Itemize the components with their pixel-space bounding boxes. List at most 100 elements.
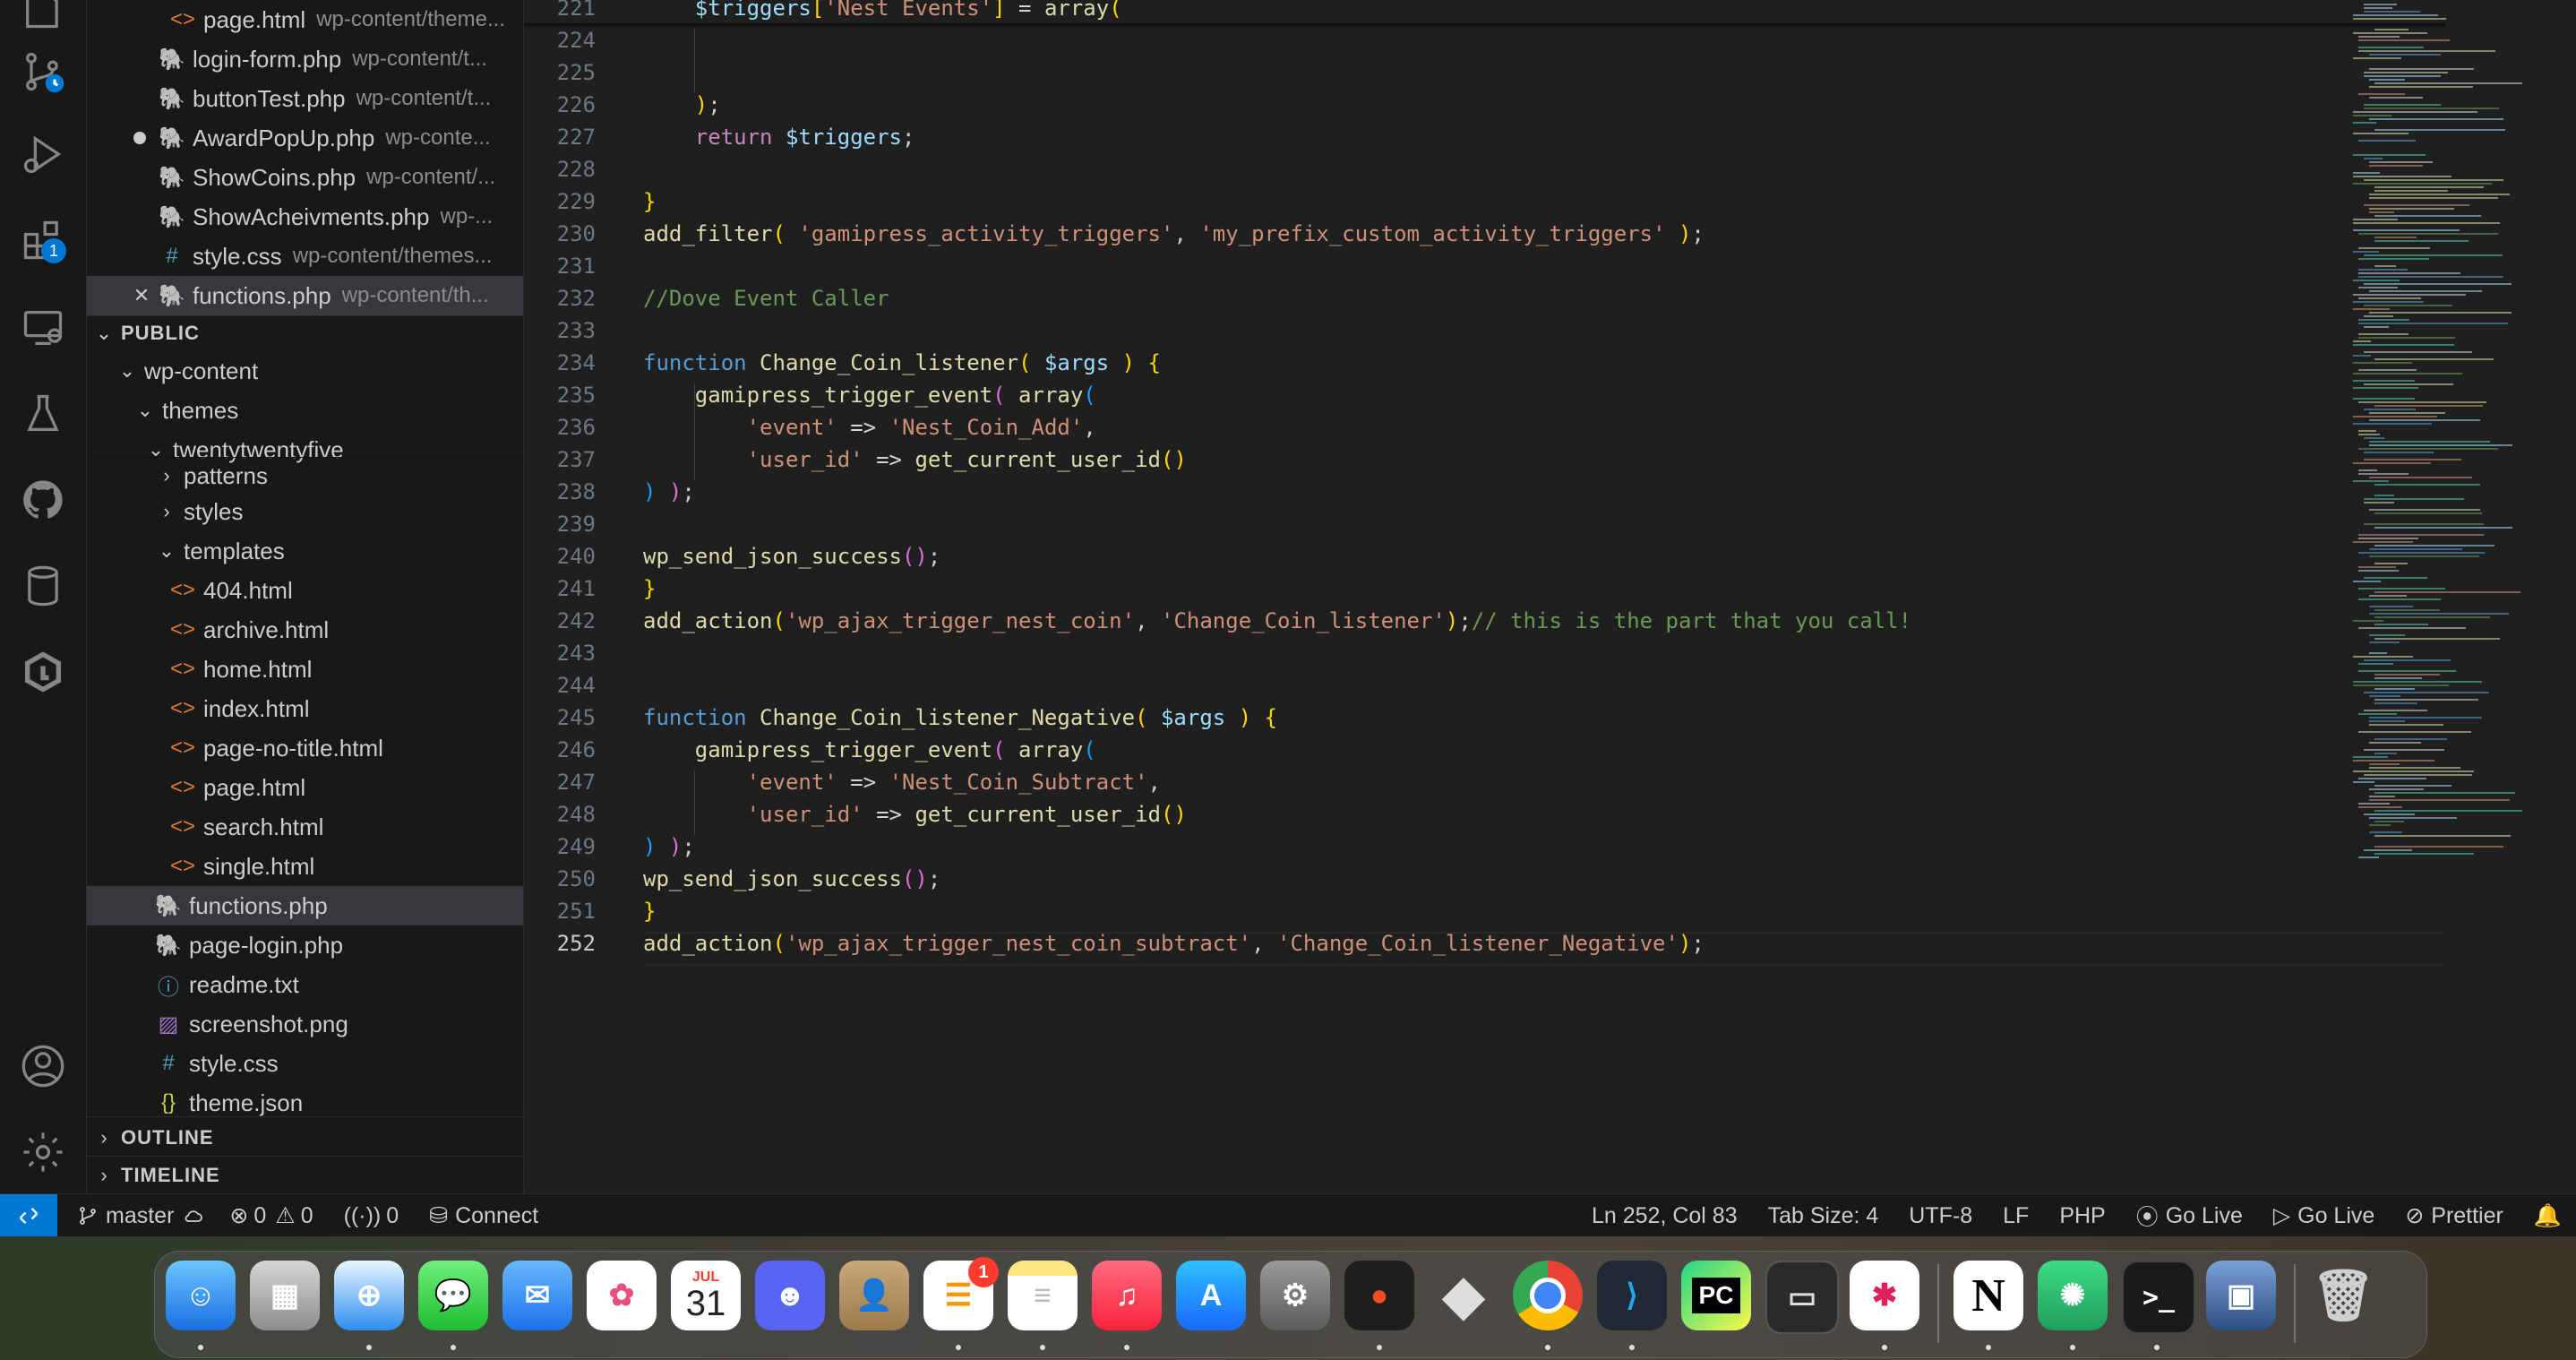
- code-line[interactable]: 240 wp_send_json_success();: [524, 540, 941, 572]
- encoding[interactable]: UTF-8: [1909, 1203, 1972, 1229]
- explorer-icon[interactable]: [18, 0, 68, 34]
- chrome-icon[interactable]: [1513, 1261, 1583, 1330]
- code-line[interactable]: 235 gamipress_trigger_event( array(: [524, 379, 1096, 411]
- preview-icon[interactable]: ▣: [2206, 1261, 2276, 1330]
- file-item[interactable]: <> home.html: [87, 650, 523, 689]
- go-live-button-2[interactable]: ▷ Go Live: [2273, 1202, 2374, 1229]
- code-line[interactable]: 250 wp_send_json_success();: [524, 863, 941, 895]
- cursor-position[interactable]: Ln 252, Col 83: [1592, 1203, 1738, 1229]
- file-item[interactable]: <> page.html: [87, 768, 523, 807]
- finder-icon[interactable]: ☺: [166, 1261, 236, 1330]
- launchpad-icon[interactable]: ▦: [250, 1261, 320, 1330]
- ports-button[interactable]: ((·)) 0: [344, 1203, 399, 1229]
- notes-icon[interactable]: ≡: [1008, 1261, 1078, 1330]
- file-item[interactable]: ▨ screenshot.png: [87, 1004, 523, 1044]
- tab-size[interactable]: Tab Size: 4: [1768, 1203, 1879, 1229]
- code-line[interactable]: 230 add_filter( 'gamipress_activity_trigg…: [524, 218, 1704, 250]
- sync-cloud-icon[interactable]: [183, 1205, 204, 1227]
- code-line[interactable]: 236 'event' => 'Nest_Coin_Add',: [524, 411, 1096, 443]
- folder-patterns[interactable]: › patterns: [87, 458, 523, 494]
- testing-icon[interactable]: [18, 389, 68, 439]
- section-public[interactable]: ⌄ PUBLIC: [87, 314, 523, 353]
- folder-wp-content[interactable]: ⌄ wp-content: [87, 351, 523, 391]
- code-line[interactable]: 225: [524, 56, 596, 89]
- code-line[interactable]: 246 gamipress_trigger_event( array(: [524, 734, 1096, 766]
- music-icon[interactable]: ♫: [1092, 1261, 1162, 1330]
- remote-explorer-icon[interactable]: [18, 303, 68, 353]
- code-line[interactable]: 233: [524, 314, 596, 347]
- folder-themes[interactable]: ⌄ themes: [87, 391, 523, 430]
- system-settings-icon[interactable]: ⚙: [1260, 1261, 1330, 1330]
- trash-icon[interactable]: 🗑: [2308, 1261, 2378, 1330]
- remote-indicator-button[interactable]: [0, 1194, 57, 1237]
- code-line[interactable]: 234 function Change_Coin_listener( $args …: [524, 347, 1161, 379]
- open-editor-item[interactable]: 🐘 ShowAcheivments.php wp-...: [87, 197, 523, 237]
- close-icon[interactable]: ✕: [130, 284, 153, 307]
- slack-icon[interactable]: ✱: [1850, 1261, 1919, 1330]
- branch-button[interactable]: master: [77, 1203, 204, 1229]
- code-line[interactable]: 231: [524, 250, 596, 282]
- file-item[interactable]: ⓘ readme.txt: [87, 965, 523, 1004]
- chatgpt-icon[interactable]: ✺: [2038, 1261, 2108, 1330]
- code-line[interactable]: 244: [524, 669, 596, 702]
- code-line[interactable]: 229}: [524, 185, 657, 218]
- safari-icon[interactable]: ⊕: [334, 1261, 404, 1330]
- reminders-icon[interactable]: ☰ 1: [923, 1257, 999, 1330]
- code-line[interactable]: 226 );: [524, 89, 721, 121]
- code-line[interactable]: 247 'event' => 'Nest_Coin_Subtract',: [524, 766, 1161, 798]
- run-debug-icon[interactable]: [18, 129, 68, 179]
- gitkraken-icon[interactable]: [18, 647, 68, 697]
- open-editor-item-active[interactable]: ✕ 🐘 functions.php wp-content/th...: [87, 276, 523, 315]
- code-line[interactable]: 232 //Dove Event Caller: [524, 282, 889, 314]
- code-line[interactable]: 227 return $triggers;: [524, 121, 915, 153]
- terminal-icon[interactable]: ▭: [1765, 1261, 1839, 1334]
- file-item[interactable]: 🐘 page-login.php: [87, 925, 523, 965]
- code-line[interactable]: 243: [524, 637, 596, 669]
- file-item[interactable]: <> search.html: [87, 807, 523, 847]
- problems-button[interactable]: ⊗ 0 ⚠ 0: [229, 1202, 313, 1229]
- file-item-selected[interactable]: 🐘 functions.php: [87, 886, 523, 925]
- prettier-button[interactable]: ⊘ Prettier: [2405, 1202, 2503, 1229]
- file-item[interactable]: <> archive.html: [87, 610, 523, 650]
- code-line[interactable]: 221 $triggers['Nest Events'] = array(: [524, 0, 1122, 24]
- unsaved-dot-icon[interactable]: [133, 132, 146, 144]
- discord-icon[interactable]: ☻: [755, 1261, 825, 1330]
- open-editor-item[interactable]: <> page.html wp-content/theme...: [87, 0, 523, 39]
- code-line[interactable]: 249) );: [524, 831, 695, 863]
- terminal-app-icon[interactable]: >_: [2122, 1261, 2195, 1334]
- minimap[interactable]: [2342, 0, 2576, 1193]
- roblox-icon[interactable]: ◆: [1429, 1261, 1498, 1330]
- vscode-icon[interactable]: ⟩: [1597, 1261, 1667, 1330]
- calendar-icon[interactable]: JUL 31: [671, 1261, 741, 1330]
- file-item[interactable]: <> index.html: [87, 689, 523, 728]
- code-line[interactable]: 245 function Change_Coin_listener_Negativ…: [524, 702, 1277, 734]
- code-editor[interactable]: 221 $triggers['Nest Events'] = array(224…: [524, 0, 2576, 1193]
- figma-icon[interactable]: ●: [1344, 1261, 1414, 1330]
- pycharm-icon[interactable]: PC: [1681, 1261, 1751, 1330]
- photos-icon[interactable]: ✿: [587, 1261, 657, 1330]
- code-line[interactable]: 251}: [524, 895, 657, 927]
- source-control-icon[interactable]: [18, 47, 68, 97]
- app-store-icon[interactable]: A: [1176, 1261, 1246, 1330]
- code-line[interactable]: 252 add_action('wp_ajax_trigger_nest_coin…: [524, 927, 1704, 960]
- notifications-bell-icon[interactable]: 🔔: [2534, 1203, 2562, 1229]
- contacts-icon[interactable]: 👤: [839, 1261, 909, 1330]
- end-of-line[interactable]: LF: [2003, 1203, 2029, 1229]
- section-outline[interactable]: › OUTLINE: [87, 1118, 523, 1158]
- messages-icon[interactable]: 💬: [418, 1261, 488, 1330]
- extensions-icon[interactable]: 1: [18, 215, 68, 265]
- code-line[interactable]: 241}: [524, 572, 657, 605]
- go-live-button[interactable]: ⦿ Go Live: [2136, 1200, 2243, 1232]
- mail-icon[interactable]: ✉: [502, 1261, 572, 1330]
- account-icon[interactable]: [18, 1041, 68, 1091]
- open-editor-item[interactable]: 🐘 ShowCoins.php wp-content/...: [87, 158, 523, 197]
- open-editor-item[interactable]: 🐘 AwardPopUp.php wp-conte...: [87, 118, 523, 158]
- folder-templates[interactable]: ⌄ templates: [87, 531, 523, 571]
- open-editor-item[interactable]: 🐘 buttonTest.php wp-content/t...: [87, 79, 523, 118]
- file-item[interactable]: <> single.html: [87, 847, 523, 886]
- file-item[interactable]: <> 404.html: [87, 571, 523, 610]
- section-timeline[interactable]: › TIMELINE: [87, 1156, 523, 1193]
- connect-button[interactable]: ⛁ Connect: [429, 1202, 538, 1229]
- code-line[interactable]: 242 add_action('wp_ajax_trigger_nest_coin…: [524, 605, 1911, 637]
- file-item[interactable]: # style.css: [87, 1044, 523, 1083]
